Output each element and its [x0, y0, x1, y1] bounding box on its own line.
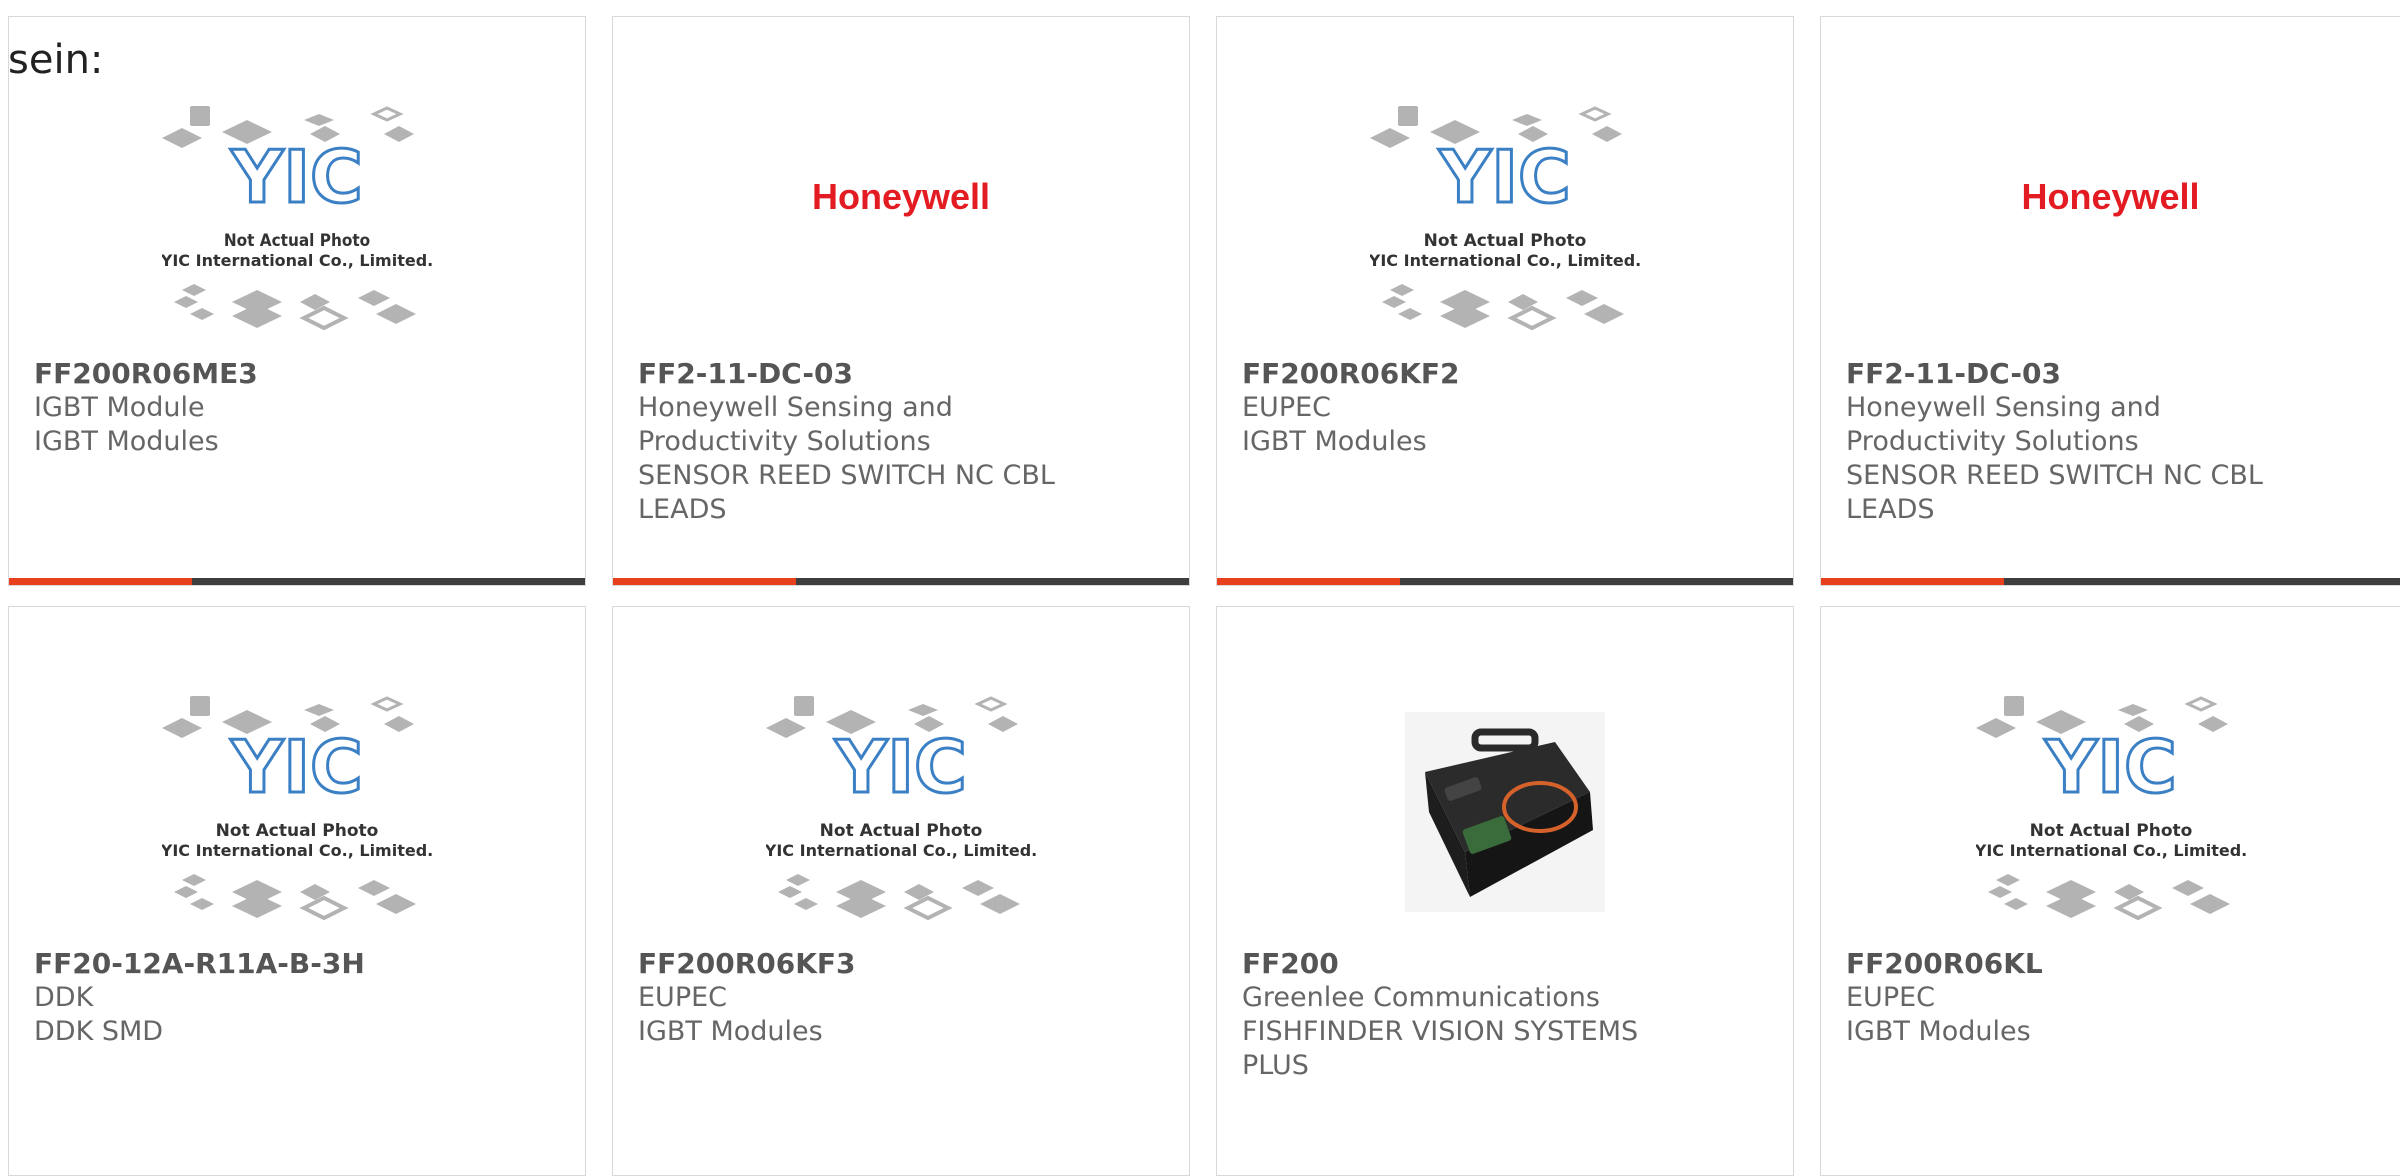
svg-text:Not Actual Photo: Not Actual Photo: [820, 821, 983, 841]
part-number[interactable]: FF2-11-DC-03: [638, 357, 1169, 391]
product-line: Honeywell Sensing and: [1846, 392, 2161, 423]
product-line: IGBT Modules: [1242, 426, 1427, 457]
product-info: FF200R06KF3 EUPEC IGBT Modules: [638, 947, 1169, 1049]
product-info: FF200R06KL EUPEC IGBT Modules: [1846, 947, 2380, 1049]
product-image[interactable]: YIC Not Actual Photo YIC International C…: [613, 687, 1189, 937]
product-info: FF200R06ME3 IGBT Module IGBT Modules: [34, 357, 565, 459]
product-image[interactable]: Honeywell: [613, 77, 1189, 317]
product-image[interactable]: Honeywell: [1821, 77, 2400, 317]
product-line: IGBT Modules: [1846, 1016, 2031, 1047]
product-card[interactable]: YIC Not Actual Photo YIC International C…: [1216, 16, 1794, 586]
product-card[interactable]: YIC Not Actual Photo YIC International C…: [612, 606, 1190, 1176]
card-accent-bar: [1821, 578, 2400, 585]
yic-logo: YIC: [2044, 725, 2177, 809]
product-line: EUPEC: [1846, 982, 1936, 1013]
product-line: Productivity Solutions: [638, 426, 931, 457]
card-accent-bar: [9, 578, 585, 585]
product-line: IGBT Module: [34, 392, 205, 423]
svg-text:Not Actual Photo: Not Actual Photo: [216, 821, 379, 841]
svg-text:YIC International Co., Limited: YIC International Co., Limited.: [766, 841, 1036, 860]
product-card[interactable]: YIC Not Actual Photo YIC International C…: [1820, 606, 2400, 1176]
product-image[interactable]: YIC Not Actual Photo YIC International C…: [9, 97, 585, 347]
product-grid: YIC Not Actual Photo YIC International C…: [0, 0, 2400, 1176]
intro-text: sein:: [8, 37, 104, 83]
part-number[interactable]: FF200R06KF2: [1242, 357, 1773, 391]
part-number[interactable]: FF200: [1242, 947, 1773, 981]
product-line: SENSOR REED SWITCH NC CBL: [1846, 460, 2263, 491]
product-line: DDK SMD: [34, 1016, 164, 1047]
honeywell-logo: Honeywell: [2021, 176, 2200, 217]
svg-text:YIC International Co., Limited: YIC International Co., Limited.: [1370, 251, 1640, 270]
part-number[interactable]: FF2-11-DC-03: [1846, 357, 2380, 391]
svg-text:Not Actual Photo: Not Actual Photo: [1424, 231, 1587, 251]
product-line: Honeywell Sensing and: [638, 392, 953, 423]
product-info: FF2-11-DC-03 Honeywell Sensing and Produ…: [638, 357, 1169, 527]
yic-logo: YIC: [230, 725, 363, 809]
product-card[interactable]: FF200 Greenlee Communications FISHFINDER…: [1216, 606, 1794, 1176]
product-line: DDK: [34, 982, 94, 1013]
product-info: FF200R06KF2 EUPEC IGBT Modules: [1242, 357, 1773, 459]
part-number[interactable]: FF200R06KF3: [638, 947, 1169, 981]
product-line: LEADS: [1846, 494, 1935, 525]
yic-logo: YIC: [1438, 135, 1571, 219]
svg-text:Not Actual Photo: Not Actual Photo: [224, 231, 370, 251]
product-card[interactable]: Honeywell FF2-11-DC-03 Honeywell Sensing…: [1820, 16, 2400, 586]
svg-text:YIC International Co., Limited: YIC International Co., Limited.: [1976, 841, 2246, 860]
part-number[interactable]: FF200R06KL: [1846, 947, 2380, 981]
yic-placeholder-image: YIC Not Actual Photo YIC International C…: [1370, 106, 1640, 331]
product-image[interactable]: YIC Not Actual Photo YIC International C…: [1217, 97, 1793, 347]
tool-case-photo: [1405, 712, 1605, 912]
yic-logo: YIC: [834, 725, 967, 809]
product-line: EUPEC: [638, 982, 728, 1013]
svg-text:Not Actual Photo: Not Actual Photo: [2029, 821, 2192, 841]
honeywell-logo: Honeywell: [811, 176, 991, 217]
part-number[interactable]: FF20-12A-R11A-B-3H: [34, 947, 565, 981]
yic-placeholder-image: YIC Not Actual Photo YIC International C…: [162, 106, 432, 331]
svg-text:YIC International Co., Limited: YIC International Co., Limited.: [162, 251, 432, 270]
product-line: SENSOR REED SWITCH NC CBL: [638, 460, 1055, 491]
svg-text:YIC International Co., Limited: YIC International Co., Limited.: [162, 841, 432, 860]
product-line: LEADS: [638, 494, 727, 525]
product-line: Greenlee Communications: [1242, 982, 1600, 1013]
product-line: IGBT Modules: [638, 1016, 823, 1047]
product-image[interactable]: YIC Not Actual Photo YIC International C…: [9, 687, 585, 937]
yic-placeholder-image: YIC Not Actual Photo YIC International C…: [162, 696, 432, 921]
product-card[interactable]: YIC Not Actual Photo YIC International C…: [8, 16, 586, 586]
product-image[interactable]: YIC Not Actual Photo YIC International C…: [1821, 687, 2400, 937]
part-number[interactable]: FF200R06ME3: [34, 357, 565, 391]
product-line: EUPEC: [1242, 392, 1332, 423]
product-info: FF20-12A-R11A-B-3H DDK DDK SMD: [34, 947, 565, 1049]
product-card[interactable]: Honeywell FF2-11-DC-03 Honeywell Sensing…: [612, 16, 1190, 586]
card-accent-bar: [1217, 578, 1793, 585]
product-image[interactable]: [1217, 687, 1793, 937]
product-line: Productivity Solutions: [1846, 426, 2139, 457]
yic-placeholder-image: YIC Not Actual Photo YIC International C…: [1975, 696, 2246, 921]
product-line: IGBT Modules: [34, 426, 219, 457]
product-info: FF200 Greenlee Communications FISHFINDER…: [1242, 947, 1773, 1083]
yic-logo: YIC: [230, 135, 363, 219]
product-card[interactable]: YIC Not Actual Photo YIC International C…: [8, 606, 586, 1176]
card-accent-bar: [613, 578, 1189, 585]
yic-placeholder-image: YIC Not Actual Photo YIC International C…: [766, 696, 1036, 921]
product-line: PLUS: [1242, 1050, 1309, 1081]
product-info: FF2-11-DC-03 Honeywell Sensing and Produ…: [1846, 357, 2380, 527]
product-line: FISHFINDER VISION SYSTEMS: [1242, 1016, 1639, 1047]
